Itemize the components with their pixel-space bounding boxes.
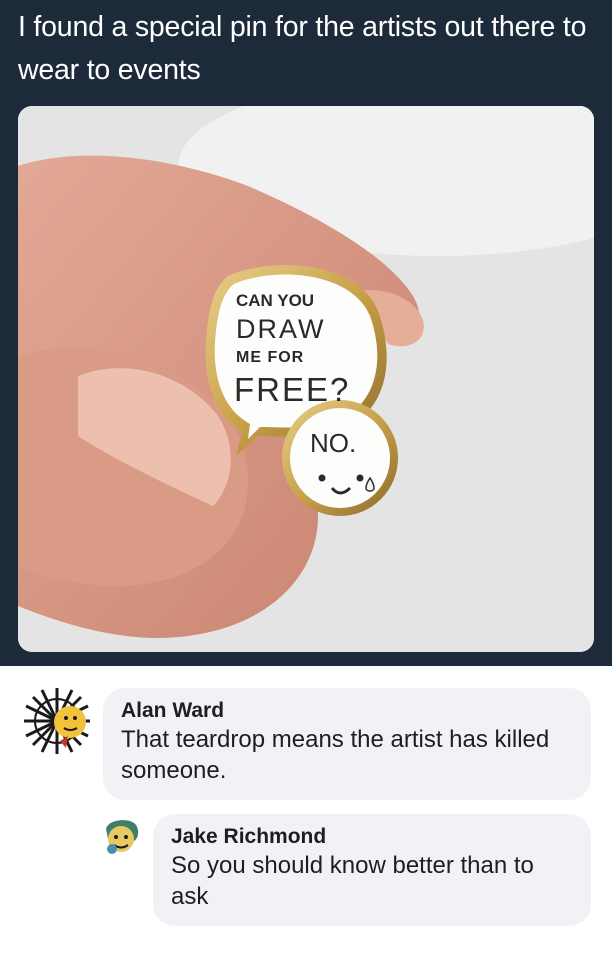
pin-text-line3: ME FOR (236, 349, 304, 366)
comment-bubble: Jake Richmond So you should know better … (153, 814, 591, 926)
avatar[interactable] (22, 686, 92, 756)
pin-text-line1: CAN YOU (236, 291, 314, 310)
comment-text: That teardrop means the artist has kille… (121, 726, 550, 784)
tweet-card: I found a special pin for the artists ou… (0, 0, 612, 666)
avatar[interactable] (100, 815, 142, 857)
cartoon-face-avatar-icon (100, 815, 142, 857)
pin-photo-illustration: CAN YOU DRAW ME FOR FREE? NO. (18, 106, 594, 652)
pin-text-line2: DRAW (236, 314, 326, 344)
pin-photo[interactable]: CAN YOU DRAW ME FOR FREE? NO. (18, 106, 594, 652)
comment-text: So you should know better than to ask (171, 852, 534, 910)
tweet-caption: I found a special pin for the artists ou… (18, 11, 587, 86)
comment-bubble: Alan Ward That teardrop means the artist… (103, 688, 591, 800)
comment-author[interactable]: Alan Ward (121, 698, 573, 724)
dartboard-avatar-icon (22, 686, 92, 756)
pin-text-reply: NO. (310, 428, 356, 458)
pin-text-line4: FREE? (234, 371, 350, 408)
comment-author[interactable]: Jake Richmond (171, 824, 573, 850)
comments-section: Alan Ward That teardrop means the artist… (0, 666, 612, 960)
